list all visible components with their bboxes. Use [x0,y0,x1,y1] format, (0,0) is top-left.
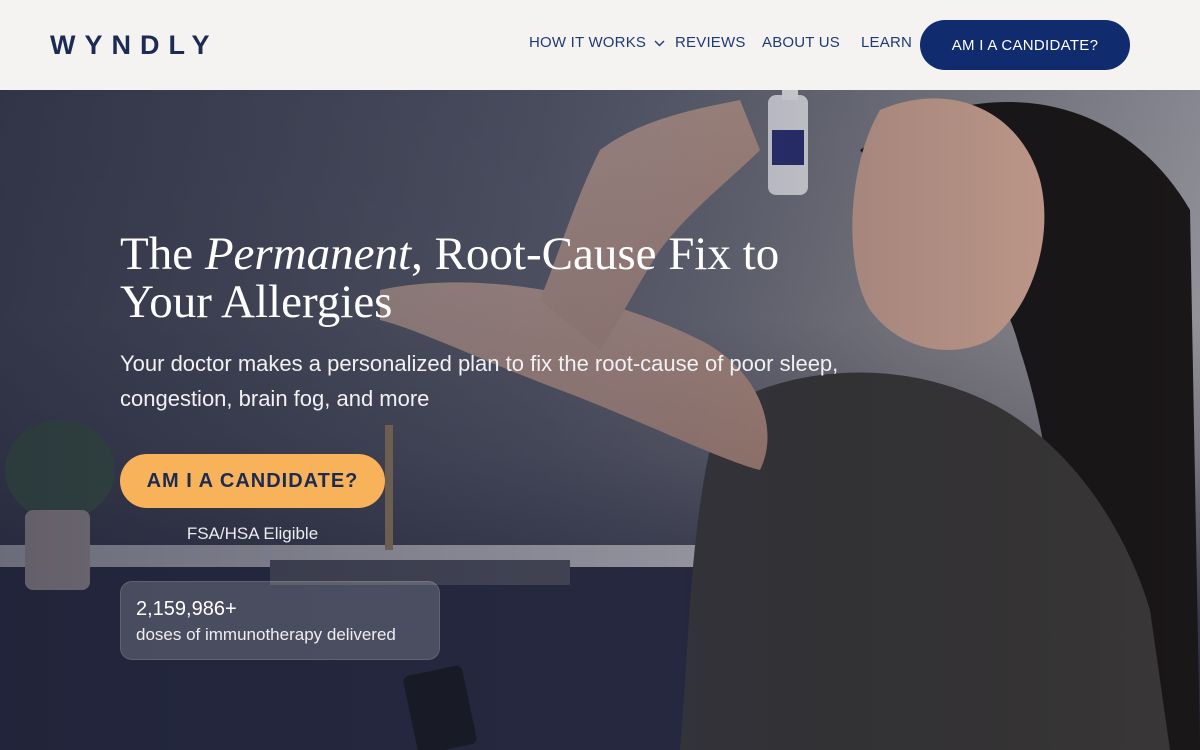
header-candidate-button[interactable]: AM I A CANDIDATE? [920,20,1130,70]
nav-about-us[interactable]: ABOUT US [762,34,840,52]
hero-candidate-button[interactable]: AM I A CANDIDATE? [120,454,385,508]
headline-pre: The [120,228,205,280]
chevron-down-icon [654,34,665,52]
nav-reviews[interactable]: REVIEWS [675,34,746,52]
fsa-hsa-eligible-text: FSA/HSA Eligible [186,524,319,543]
site-header: WYNDLY HOW IT WORKS REVIEWS ABOUT US LEA… [0,0,1200,90]
nav-how-it-works[interactable]: HOW IT WORKS [529,34,665,52]
hero-section: The Permanent, Root-Cause Fix to Your Al… [0,90,1200,750]
nav-learn[interactable]: LEARN [861,34,912,52]
doses-label: doses of immunotherapy delivered [136,625,396,644]
doses-count: 2,159,986+ [136,598,237,620]
doses-stat-card: 2,159,986+ doses of immunotherapy delive… [120,581,440,660]
hero-subtitle: Your doctor makes a personalized plan to… [120,351,839,411]
hero-headline: The Permanent, Root-Cause Fix to Your Al… [120,230,880,326]
headline-emphasis: Permanent [204,228,412,280]
nav-how-it-works-label: HOW IT WORKS [529,34,647,51]
wyndly-logo[interactable]: WYNDLY [50,30,219,60]
